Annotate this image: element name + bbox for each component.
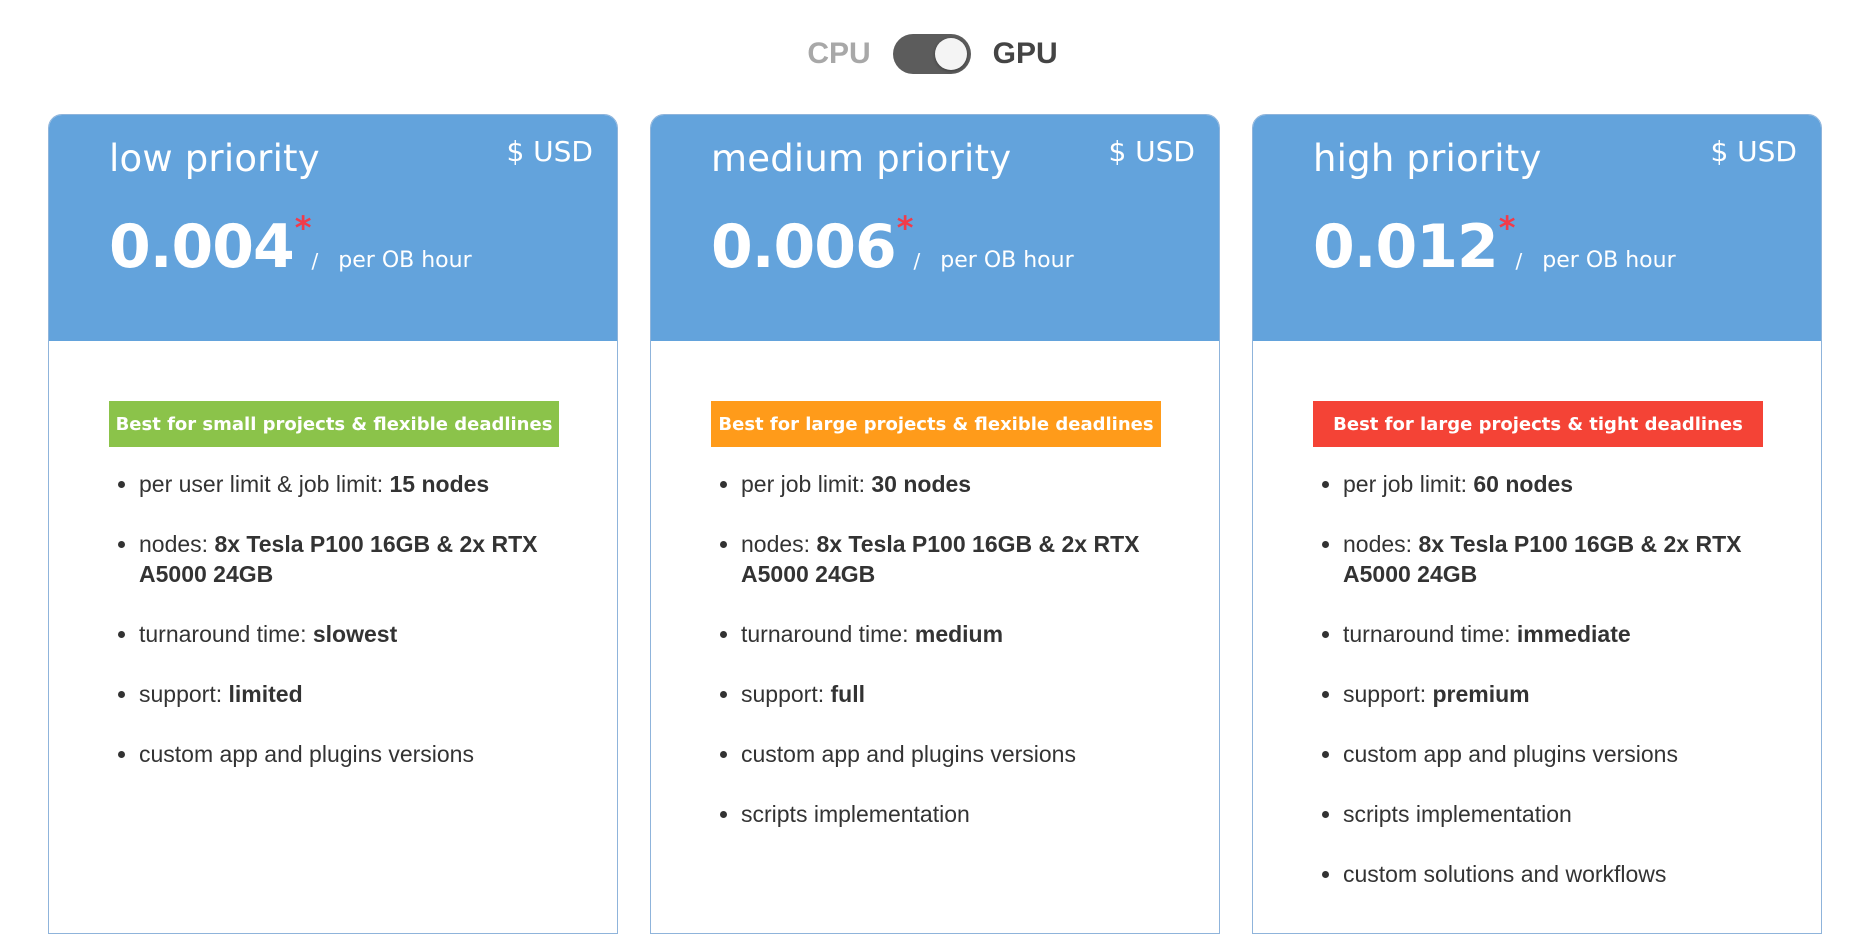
- switch-knob: [934, 38, 967, 70]
- plan-price: 0.012: [1313, 212, 1499, 282]
- currency-label: $ USD: [1710, 135, 1797, 168]
- gpu-label[interactable]: GPU: [993, 37, 1058, 71]
- feature-item: turnaround time: immediate: [1343, 619, 1773, 649]
- feature-item: nodes: 8x Tesla P100 16GB & 2x RTX A5000…: [1343, 529, 1773, 589]
- price-asterisk: *: [294, 209, 312, 247]
- price-row: 0.004 * / per OB hour: [109, 209, 472, 282]
- cpu-gpu-switch[interactable]: [892, 34, 971, 74]
- plan-badge: Best for small projects & flexible deadl…: [109, 401, 559, 447]
- feature-item: per job limit: 30 nodes: [741, 469, 1171, 499]
- feature-item: per user limit & job limit: 15 nodes: [139, 469, 569, 499]
- price-row: 0.006 * / per OB hour: [711, 209, 1074, 282]
- feature-item: support: full: [741, 679, 1171, 709]
- plan-title: medium priority: [711, 137, 1012, 180]
- plan-title: low priority: [109, 137, 320, 180]
- currency-label: $ USD: [1108, 135, 1195, 168]
- price-slash: /: [913, 249, 921, 273]
- feature-item: custom app and plugins versions: [741, 739, 1171, 769]
- feature-item: custom app and plugins versions: [139, 739, 569, 769]
- feature-item: nodes: 8x Tesla P100 16GB & 2x RTX A5000…: [139, 529, 569, 589]
- plan-header: low priority $ USD 0.004 * / per OB hour: [49, 115, 617, 341]
- feature-item: per job limit: 60 nodes: [1343, 469, 1773, 499]
- feature-item: custom app and plugins versions: [1343, 739, 1773, 769]
- feature-item: custom solutions and workflows: [1343, 859, 1773, 889]
- price-unit: per OB hour: [1542, 248, 1676, 273]
- price-row: 0.012 * / per OB hour: [1313, 209, 1676, 282]
- feature-item: scripts implementation: [741, 799, 1171, 829]
- feature-list: per user limit & job limit: 15 nodes nod…: [109, 469, 569, 799]
- feature-item: support: limited: [139, 679, 569, 709]
- feature-list: per job limit: 30 nodes nodes: 8x Tesla …: [711, 469, 1171, 859]
- cpu-gpu-toggle-row: CPU GPU: [0, 28, 1865, 80]
- price-asterisk: *: [1498, 209, 1516, 247]
- plan-price: 0.004: [109, 212, 295, 282]
- price-unit: per OB hour: [940, 248, 1074, 273]
- pricing-cards: low priority $ USD 0.004 * / per OB hour…: [48, 114, 1828, 934]
- feature-item: scripts implementation: [1343, 799, 1773, 829]
- cpu-label[interactable]: CPU: [807, 37, 870, 71]
- feature-item: turnaround time: medium: [741, 619, 1171, 649]
- plan-card-high: high priority $ USD 0.012 * / per OB hou…: [1252, 114, 1822, 934]
- plan-badge: Best for large projects & flexible deadl…: [711, 401, 1161, 447]
- plan-card-medium: medium priority $ USD 0.006 * / per OB h…: [650, 114, 1220, 934]
- feature-item: nodes: 8x Tesla P100 16GB & 2x RTX A5000…: [741, 529, 1171, 589]
- plan-price: 0.006: [711, 212, 897, 282]
- currency-label: $ USD: [506, 135, 593, 168]
- feature-item: turnaround time: slowest: [139, 619, 569, 649]
- feature-list: per job limit: 60 nodes nodes: 8x Tesla …: [1313, 469, 1773, 919]
- feature-item: support: premium: [1343, 679, 1773, 709]
- plan-card-low: low priority $ USD 0.004 * / per OB hour…: [48, 114, 618, 934]
- plan-header: high priority $ USD 0.012 * / per OB hou…: [1253, 115, 1821, 341]
- price-slash: /: [1515, 249, 1523, 273]
- plan-badge: Best for large projects & tight deadline…: [1313, 401, 1763, 447]
- plan-header: medium priority $ USD 0.006 * / per OB h…: [651, 115, 1219, 341]
- price-unit: per OB hour: [338, 248, 472, 273]
- price-asterisk: *: [896, 209, 914, 247]
- plan-title: high priority: [1313, 137, 1542, 180]
- price-slash: /: [311, 249, 319, 273]
